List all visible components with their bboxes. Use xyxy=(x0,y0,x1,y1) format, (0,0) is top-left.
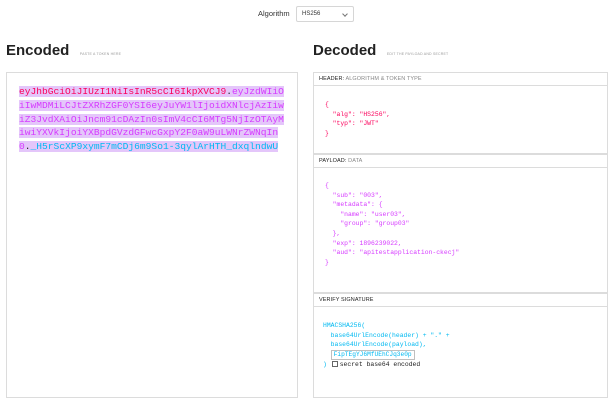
payload-panel-title: PAYLOAD: DATA xyxy=(314,155,607,168)
verify-panel-title: VERIFY SIGNATURE xyxy=(314,294,607,307)
encoded-hint: PASTE A TOKEN HERE xyxy=(79,52,122,56)
code-line: { xyxy=(325,182,329,189)
code-line: base64UrlEncode(payload), xyxy=(323,341,427,349)
code-line: { xyxy=(325,101,329,108)
verify-signature-code: HMACSHA256( base64UrlEncode(header) + ".… xyxy=(323,321,614,370)
secret-input[interactable]: FipTEgYJ6MfUEhCJq3e0p xyxy=(330,349,415,360)
secret-base64-checkbox[interactable] xyxy=(331,361,338,368)
decoded-heading: Decoded EDIT THE PAYLOAD AND SECRET xyxy=(313,42,448,60)
code-line: base64UrlEncode(header) + "." + xyxy=(323,331,450,339)
secret-base64-label[interactable]: secret base64 encoded xyxy=(340,361,421,368)
decoded-column: HEADER: ALGORITHM & TOKEN TYPE { "alg": … xyxy=(313,72,608,398)
payload-panel-subtitle: DATA xyxy=(348,158,363,164)
encoded-token-text[interactable]: eyJhbGciOiJIUzI1NiIsInR5cCI6IkpXVCJ9.eyJ… xyxy=(19,85,289,154)
algorithm-row: Algorithm HS256 xyxy=(0,6,614,22)
code-line: }, xyxy=(325,229,341,237)
header-panel-subtitle: ALGORITHM & TOKEN TYPE xyxy=(345,76,422,82)
code-line: "name": "user03", xyxy=(325,210,406,218)
token-signature-part: _H5rScXP9xymF7mCDj6m9So1-3qylArHTH_dxqln… xyxy=(30,141,279,153)
code-line: } xyxy=(325,258,329,266)
algorithm-selected-value: HS256 xyxy=(302,11,321,17)
encoded-token-editor[interactable]: eyJhbGciOiJIUzI1NiIsInR5cCI6IkpXVCJ9.eyJ… xyxy=(6,72,298,398)
decoded-title: Decoded xyxy=(313,42,377,59)
encoded-heading: Encoded PASTE A TOKEN HERE xyxy=(6,42,121,60)
header-panel: HEADER: ALGORITHM & TOKEN TYPE { "alg": … xyxy=(313,72,608,154)
code-line: "group": "group03" xyxy=(325,220,410,228)
algorithm-label: Algorithm xyxy=(258,9,290,18)
header-json-editor[interactable]: { "alg": "HS256", "typ": "JWT"} xyxy=(325,100,614,138)
code-line: "metadata": { xyxy=(325,201,383,209)
code-line: FipTEgYJ6MfUEhCJq3e0p xyxy=(323,349,614,360)
code-line: "exp": 1896239022, xyxy=(325,239,402,247)
code-line: "alg": "HS256", xyxy=(325,110,391,118)
payload-panel: PAYLOAD: DATA { "sub": "003", "metadata"… xyxy=(313,154,608,293)
decoded-hint: EDIT THE PAYLOAD AND SECRET xyxy=(386,52,449,56)
payload-panel-label: PAYLOAD: xyxy=(319,158,347,164)
encoded-title: Encoded xyxy=(6,42,70,59)
code-line: HMACSHA256( xyxy=(323,322,366,329)
payload-json-editor[interactable]: { "sub": "003", "metadata": { "name": "u… xyxy=(325,181,614,267)
algorithm-select[interactable]: HS256 xyxy=(296,6,354,22)
code-line: "aud": "apitestapplication-ckecj" xyxy=(325,249,460,257)
closing-paren: ) xyxy=(323,361,327,369)
header-panel-label: HEADER: xyxy=(319,76,345,82)
header-panel-title: HEADER: ALGORITHM & TOKEN TYPE xyxy=(314,73,607,86)
code-line: "sub": "003", xyxy=(325,191,383,199)
chevron-down-icon xyxy=(342,11,348,17)
code-line: "typ": "JWT" xyxy=(325,120,379,128)
verify-signature-panel: VERIFY SIGNATURE HMACSHA256( base64UrlEn… xyxy=(313,293,608,398)
code-line: ) secret base64 encoded xyxy=(323,360,614,370)
token-separator-dot: . xyxy=(24,141,31,153)
token-header-part: eyJhbGciOiJIUzI1NiIsInR5cCI6IkpXVCJ9 xyxy=(19,86,227,97)
code-line: } xyxy=(325,129,329,137)
